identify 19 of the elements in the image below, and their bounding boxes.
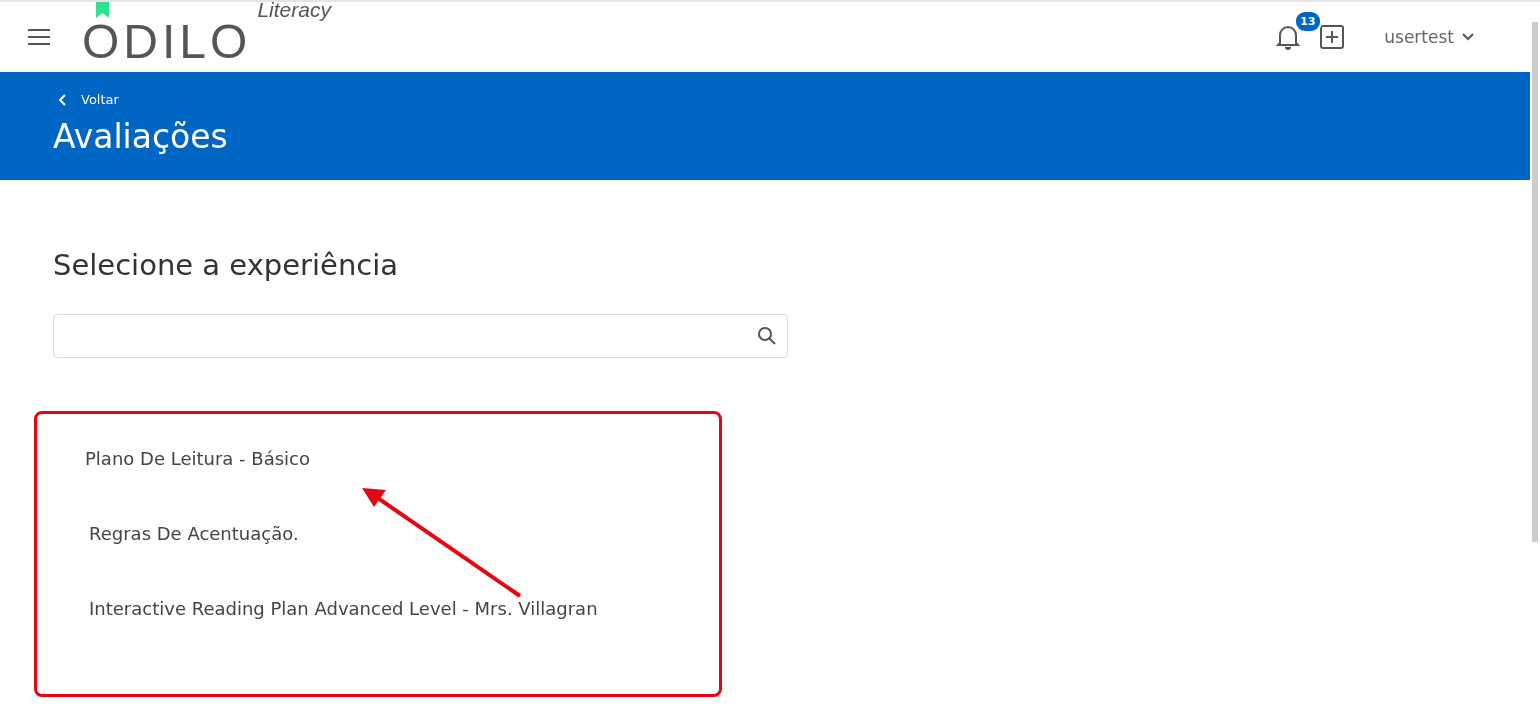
- bookmark-icon: [96, 2, 109, 18]
- scrollbar[interactable]: [1532, 22, 1538, 542]
- experience-item[interactable]: Regras De Acentuação.: [89, 523, 299, 544]
- bell-icon[interactable]: [1276, 24, 1301, 50]
- user-menu[interactable]: usertest: [1384, 27, 1474, 47]
- search-field[interactable]: [53, 314, 788, 358]
- logo-tagline: Literacy: [257, 2, 331, 22]
- page-title: Avaliações: [53, 117, 229, 156]
- chevron-down-icon: [1462, 33, 1474, 41]
- section-title: Selecione a experiência: [53, 248, 400, 282]
- experience-item[interactable]: Plano De Leitura - Básico: [85, 448, 310, 469]
- search-icon[interactable]: [757, 326, 777, 346]
- logo-text: ODILO: [82, 18, 252, 66]
- menu-icon[interactable]: [28, 29, 50, 45]
- back-link[interactable]: Voltar: [59, 92, 1477, 107]
- notification-badge: 13: [1294, 10, 1322, 33]
- chevron-left-icon: [59, 93, 67, 106]
- add-icon[interactable]: [1320, 25, 1345, 49]
- experience-item[interactable]: Interactive Reading Plan Advanced Level - Mrs. Villagran: [89, 598, 598, 619]
